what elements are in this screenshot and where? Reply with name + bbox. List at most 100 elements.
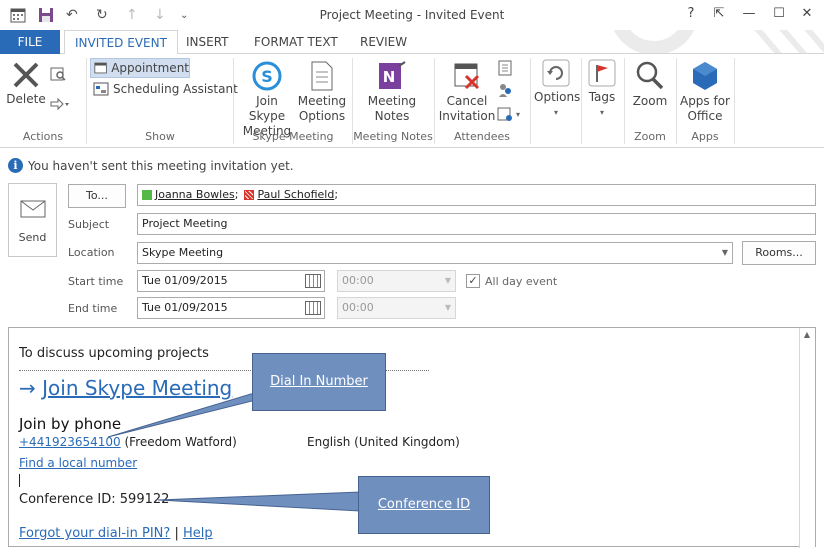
- group-label-apps: Apps: [691, 130, 719, 143]
- start-time-field: 00:00 ▼: [337, 270, 456, 292]
- check-names-icon[interactable]: [497, 82, 513, 101]
- group-separator: [581, 58, 582, 144]
- end-date-value: Tue 01/09/2015: [142, 301, 228, 314]
- meeting-notes-button[interactable]: N Meeting Notes: [362, 60, 422, 124]
- presence-indicator-available: [142, 190, 152, 200]
- end-time-label: End time: [68, 302, 118, 315]
- help-link[interactable]: Help: [183, 526, 213, 541]
- join-meeting-row: → Join Skype Meeting: [19, 376, 232, 400]
- meeting-options-label-1: Meeting: [297, 94, 347, 108]
- group-separator: [530, 58, 531, 144]
- delete-label: Delete: [6, 92, 46, 106]
- recipient-name[interactable]: Joanna Bowles: [155, 185, 235, 205]
- scheduling-assistant-button[interactable]: Scheduling Assistant: [93, 82, 238, 96]
- group-label-show: Show: [145, 130, 175, 143]
- find-local-number-link[interactable]: Find a local number: [19, 456, 137, 470]
- meeting-options-button[interactable]: Meeting Options: [297, 60, 347, 124]
- tags-dropdown-icon: ▾: [599, 108, 604, 117]
- tab-format-text[interactable]: FORMAT TEXT: [244, 30, 348, 54]
- dial-in-number-callout: Dial In Number: [252, 353, 386, 411]
- phone-number-link[interactable]: +441923654100: [19, 435, 121, 449]
- scheduling-assistant-icon: [93, 82, 109, 96]
- location-value: Skype Meeting: [142, 246, 224, 259]
- start-time-label: Start time: [68, 275, 124, 288]
- move-dropdown-icon[interactable]: [50, 97, 70, 115]
- all-day-checkbox[interactable]: ✓: [466, 274, 480, 288]
- start-time-dropdown-icon: ▼: [444, 276, 451, 285]
- appointment-button[interactable]: Appointment: [90, 58, 190, 78]
- tags-label: Tags: [588, 90, 616, 104]
- apps-for-office-button[interactable]: Apps for Office: [678, 60, 732, 124]
- arrow-right-icon: →: [19, 376, 36, 400]
- group-label-actions: Actions: [22, 130, 64, 143]
- scheduling-assistant-label: Scheduling Assistant: [113, 82, 238, 96]
- text-cursor: [19, 474, 20, 487]
- to-field[interactable]: Joanna Bowles ; Paul Schofield ;: [137, 184, 816, 206]
- calendar-picker-icon[interactable]: [305, 301, 321, 315]
- recipient-name[interactable]: Paul Schofield: [257, 185, 334, 205]
- subject-field[interactable]: Project Meeting: [137, 213, 816, 235]
- send-label: Send: [18, 231, 47, 244]
- vertical-scrollbar[interactable]: ▲: [799, 328, 815, 548]
- end-time-field: 00:00 ▼: [337, 297, 456, 319]
- location-dropdown-icon[interactable]: ▼: [722, 243, 728, 263]
- tab-invited-event[interactable]: INVITED EVENT: [64, 30, 178, 55]
- zoom-button[interactable]: Zoom: [630, 60, 670, 109]
- tab-review[interactable]: REVIEW: [350, 30, 417, 54]
- cancel-invitation-icon: [454, 63, 480, 90]
- join-skype-meeting-link[interactable]: Join Skype Meeting: [42, 376, 232, 400]
- options-label: Options: [534, 90, 581, 104]
- help-button[interactable]: ?: [680, 6, 702, 24]
- start-date-field[interactable]: Tue 01/09/2015: [137, 270, 325, 292]
- zoom-label: Zoom: [632, 94, 668, 108]
- group-label-skype-meeting: Skype Meeting: [252, 130, 334, 143]
- to-button[interactable]: To...: [68, 184, 126, 208]
- options-button[interactable]: Options ▾: [534, 58, 581, 120]
- join-skype-label-1: Join Skype: [248, 94, 286, 123]
- forgot-pin-link[interactable]: Forgot your dial-in PIN?: [19, 526, 170, 541]
- subject-label: Subject: [68, 218, 110, 231]
- ribbon-display-options-button[interactable]: ⇱: [708, 6, 730, 24]
- join-skype-meeting-button[interactable]: S Join Skype Meeting: [237, 60, 297, 139]
- end-time-value: 00:00: [342, 301, 374, 314]
- info-message: You haven't sent this meeting invitation…: [28, 158, 294, 173]
- cancel-invitation-button[interactable]: Cancel Invitation: [438, 60, 496, 124]
- group-label-zoom: Zoom: [634, 130, 666, 143]
- meeting-notes-label-2: Notes: [374, 109, 410, 123]
- send-button[interactable]: Send: [8, 183, 57, 257]
- conference-id-callout: Conference ID: [358, 476, 490, 534]
- minimize-button[interactable]: —: [738, 6, 760, 24]
- office-apps-icon: [693, 62, 717, 90]
- end-date-field[interactable]: Tue 01/09/2015: [137, 297, 325, 319]
- address-book-icon[interactable]: [497, 60, 513, 79]
- conference-id: Conference ID: 599122: [19, 492, 170, 507]
- options-dropdown-icon: ▾: [553, 108, 558, 117]
- appointment-icon: [94, 62, 107, 74]
- scroll-up-icon[interactable]: ▲: [800, 328, 814, 342]
- appointment-label: Appointment: [111, 61, 189, 75]
- meeting-options-label-2: Options: [298, 109, 346, 123]
- close-button[interactable]: ✕: [796, 6, 818, 24]
- envelope-icon: [20, 200, 45, 218]
- pin-help-row: Forgot your dial-in PIN? | Help: [19, 526, 213, 541]
- tab-insert[interactable]: INSERT: [176, 30, 239, 54]
- calendar-picker-icon[interactable]: [305, 274, 321, 288]
- presence-indicator-busy: [244, 190, 255, 200]
- join-by-phone-heading: Join by phone: [19, 415, 122, 433]
- maximize-button[interactable]: ☐: [768, 6, 790, 24]
- group-label-attendees: Attendees: [454, 130, 510, 143]
- rooms-button[interactable]: Rooms...: [742, 241, 816, 265]
- phone-row: +441923654100 (Freedom Watford): [19, 435, 237, 449]
- delete-button[interactable]: Delete: [6, 60, 46, 107]
- skype-icon: S: [252, 61, 282, 91]
- ribbon-tabs: FILE INVITED EVENT INSERT FORMAT TEXT RE…: [0, 30, 824, 55]
- respond-search-icon[interactable]: [50, 66, 66, 85]
- tags-button[interactable]: Tags ▾: [584, 58, 620, 120]
- tab-file[interactable]: FILE: [0, 30, 60, 54]
- body-intro: To discuss upcoming projects: [19, 346, 209, 361]
- group-separator: [734, 58, 735, 144]
- location-field[interactable]: Skype Meeting ▼: [137, 242, 733, 264]
- phone-location: (Freedom Watford): [124, 435, 237, 449]
- response-options-icon[interactable]: ▾: [497, 106, 520, 122]
- phone-language: English (United Kingdom): [307, 435, 460, 449]
